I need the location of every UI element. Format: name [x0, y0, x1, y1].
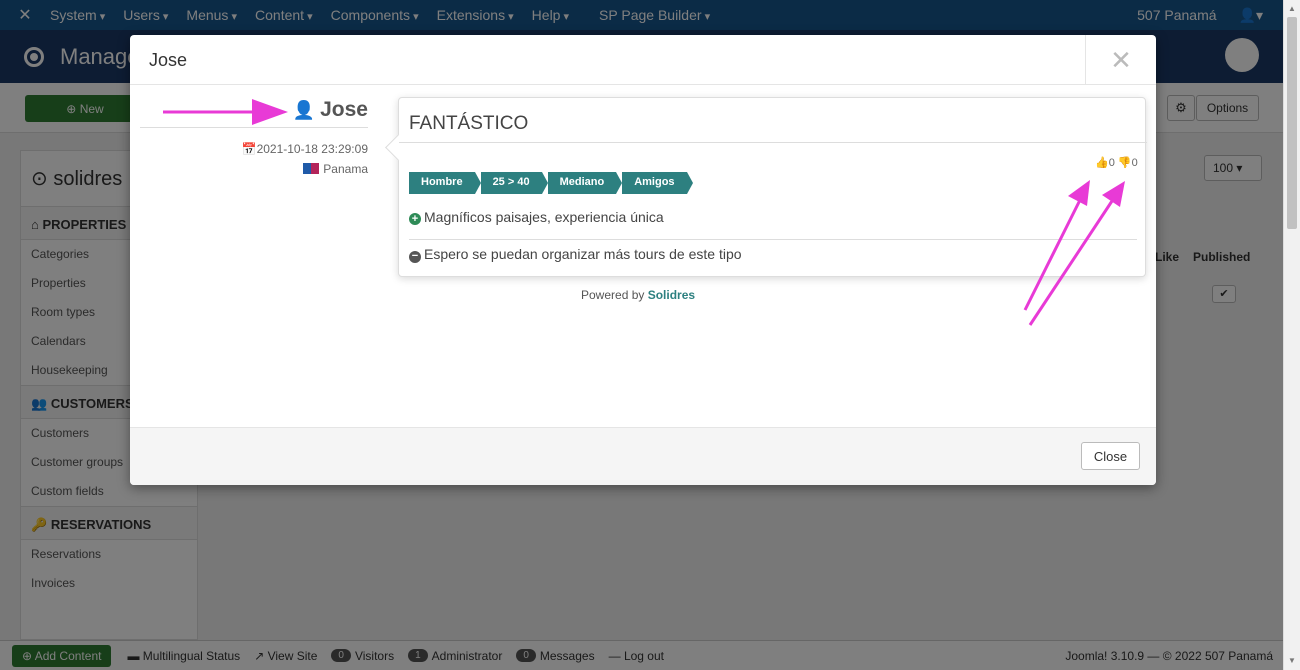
- flag-icon: [303, 163, 320, 174]
- plus-circle-icon: +: [409, 213, 421, 225]
- negative-text: Espero se puedan organizar más tours de …: [424, 246, 742, 262]
- minus-circle-icon: −: [409, 251, 421, 263]
- tag-size: Mediano: [547, 172, 622, 194]
- thumbs-down-icon[interactable]: 👎: [1118, 157, 1132, 169]
- divider: [140, 127, 368, 128]
- close-icon[interactable]: ✕: [1085, 35, 1156, 85]
- positive-text: Magníficos paisajes, experiencia única: [424, 209, 664, 225]
- close-button[interactable]: Close: [1081, 442, 1140, 470]
- thumbs-up-icon[interactable]: 👍: [1095, 157, 1109, 169]
- scrollbar[interactable]: ▲ ▼: [1283, 0, 1300, 670]
- review-country: Panama: [303, 162, 368, 176]
- powered-by: Powered by Solidres: [581, 288, 695, 302]
- divider: [399, 142, 1147, 143]
- like-count: 0: [1108, 157, 1115, 169]
- reviewer-name-text: Jose: [320, 98, 368, 121]
- review-positive: + Magníficos paisajes, experiencia única: [409, 209, 664, 225]
- review-bubble: FANTÁSTICO 👍0 👎0 Hombre 25 > 40 Mediano …: [398, 97, 1147, 277]
- scroll-down-icon[interactable]: ▼: [1288, 656, 1296, 665]
- calendar-icon: 📅: [241, 142, 257, 156]
- review-modal: Jose ✕ 👤 Jose 📅2021-10-18 23:29:09 Panama…: [130, 35, 1156, 485]
- modal-title: Jose: [149, 50, 188, 70]
- user-icon: 👤: [292, 99, 316, 120]
- review-tags: Hombre 25 > 40 Mediano Amigos: [409, 172, 693, 194]
- review-date: 📅2021-10-18 23:29:09: [242, 142, 368, 156]
- dislike-count: 0: [1131, 157, 1138, 169]
- review-votes: 👍0 👎0: [1095, 156, 1138, 169]
- powered-brand-link[interactable]: Solidres: [648, 288, 695, 302]
- tag-gender: Hombre: [409, 172, 481, 194]
- review-date-text: 2021-10-18 23:29:09: [256, 142, 368, 156]
- scrollbar-thumb[interactable]: [1287, 17, 1297, 229]
- modal-header: Jose ✕: [130, 35, 1156, 85]
- scroll-up-icon[interactable]: ▲: [1288, 4, 1296, 13]
- review-title: FANTÁSTICO: [409, 113, 529, 134]
- powered-prefix: Powered by: [581, 288, 645, 302]
- reviewer-name: 👤 Jose: [293, 98, 368, 122]
- tag-age: 25 > 40: [480, 172, 548, 194]
- divider: [409, 239, 1137, 240]
- review-negative: − Espero se puedan organizar más tours de…: [409, 246, 742, 263]
- review-country-text: Panama: [323, 162, 368, 176]
- modal-footer: Close: [130, 427, 1156, 485]
- tag-group: Amigos: [622, 172, 693, 194]
